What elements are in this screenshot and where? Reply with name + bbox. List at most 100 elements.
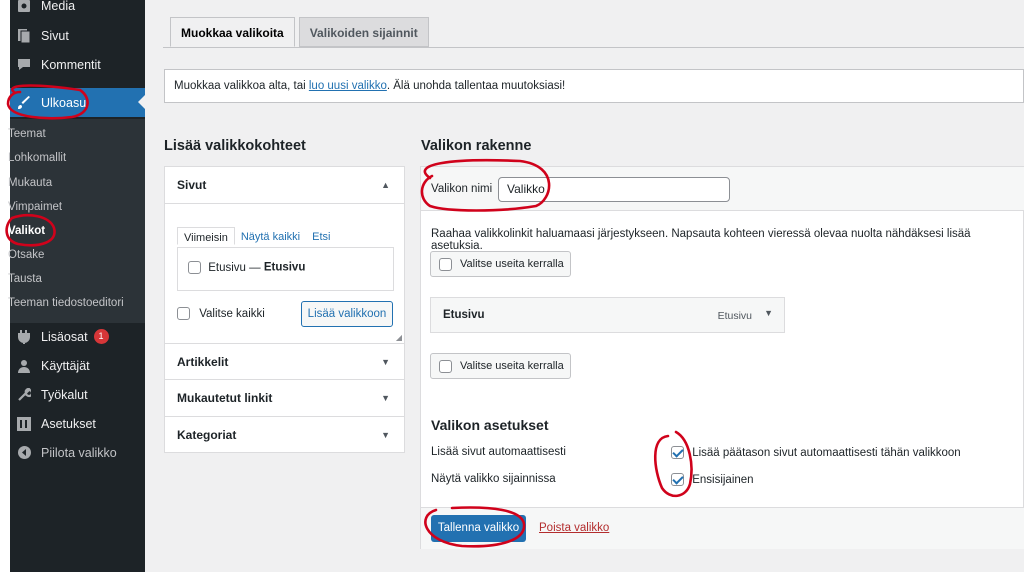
sidebar-item-users[interactable]: Käyttäjät — [10, 351, 145, 380]
add-menu-items-heading: Lisää valikkokohteet — [164, 138, 306, 154]
sidebar-item-label: Kommentit — [41, 57, 101, 72]
notice-text-after: . Älä unohda tallentaa muutoksiasi! — [386, 80, 566, 92]
add-to-menu-button[interactable]: Lisää valikkoon — [301, 301, 393, 327]
sidebar-item-label: Media — [41, 0, 76, 13]
caret-up-icon: ▲ — [381, 180, 390, 190]
bulk-select-checkbox[interactable] — [439, 257, 452, 271]
primary-location-option[interactable]: Ensisijainen — [671, 473, 754, 486]
pages-checklist: Etusivu — Etusivu — [177, 247, 394, 291]
menu-item-type: Etusivu — [717, 310, 752, 322]
media-icon — [17, 0, 31, 13]
sidebar-item-plugins[interactable]: Lisäosat 1 — [10, 322, 145, 351]
sidebar-item-appearance[interactable]: Ulkoasu — [10, 88, 145, 117]
sidebar-item-label: Ulkoasu — [41, 95, 87, 110]
tab-search[interactable]: Etsi — [306, 227, 336, 245]
accordion-section-custom-links[interactable]: Mukautetut linkit ▼ — [165, 380, 404, 417]
resize-grip-icon[interactable]: ◢ — [396, 333, 402, 342]
caret-down-icon: ▼ — [381, 357, 390, 367]
menu-name-input[interactable]: Valikko — [498, 177, 730, 202]
sidebar-item-tools[interactable]: Työkalut — [10, 380, 145, 409]
plugins-icon — [17, 329, 31, 344]
primary-location-label: Ensisijainen — [692, 473, 754, 486]
tab-divider — [163, 47, 1024, 48]
auto-add-option-label: Lisää päätason sivut automaattisesti täh… — [692, 446, 961, 459]
comments-icon — [17, 58, 31, 72]
auto-add-option[interactable]: Lisää päätason sivut automaattisesti täh… — [671, 446, 961, 459]
menu-item-etusivu[interactable]: Etusivu Etusivu ▼ — [430, 297, 785, 333]
caret-down-icon: ▼ — [381, 393, 390, 403]
accordion-section-posts[interactable]: Artikkelit ▼ — [165, 343, 404, 380]
drag-instructions: Raahaa valikkolinkit haluamaasi järjesty… — [431, 228, 971, 252]
collapse-menu-button[interactable]: Piilota valikko — [10, 438, 145, 467]
submenu-item-widgets[interactable]: Vimpaimet — [8, 201, 62, 213]
accordion-title: Artikkelit — [177, 355, 229, 369]
bulk-select-label: Valitse useita kerralla — [460, 258, 564, 270]
page-item-label: Etusivu — — [208, 261, 264, 274]
sidebar-item-label: Työkalut — [41, 387, 88, 402]
tab-most-recent[interactable]: Viimeisin — [177, 227, 235, 245]
submenu-item-theme-file-editor[interactable]: Teeman tiedostoeditori — [8, 297, 124, 309]
accordion-title: Sivut — [177, 178, 207, 192]
page-checkbox[interactable] — [188, 261, 201, 274]
page-item-state: Etusivu — [263, 261, 306, 274]
pages-inner-tabs: Viimeisin Näytä kaikki Etsi — [177, 227, 394, 245]
save-menu-button[interactable]: Tallenna valikko — [431, 515, 526, 542]
notice-text-before: Muokkaa valikkoa alta, tai — [174, 80, 309, 92]
collapse-menu-icon — [17, 446, 31, 460]
submenu-item-background[interactable]: Tausta — [8, 273, 42, 285]
expand-item-icon[interactable]: ▼ — [764, 308, 773, 318]
tools-icon — [17, 387, 31, 402]
add-items-accordion: Sivut ▲ Viimeisin Näytä kaikki Etsi Etus… — [164, 166, 405, 453]
appearance-submenu — [10, 119, 145, 323]
tab-edit-menus[interactable]: Muokkaa valikoita — [170, 17, 295, 47]
menu-name-bar: Valikon nimi Valikko — [421, 167, 1024, 211]
submenu-item-themes[interactable]: Teemat — [8, 128, 46, 140]
plugins-update-badge: 1 — [93, 329, 109, 344]
bulk-select-button-top[interactable]: Valitse useita kerralla — [430, 251, 571, 277]
delete-menu-link[interactable]: Poista valikko — [539, 522, 609, 534]
sidebar-item-media[interactable]: Media — [10, 0, 145, 20]
accordion-section-categories[interactable]: Kategoriat ▼ — [165, 417, 404, 454]
accordion-title: Mukautetut linkit — [177, 391, 273, 405]
sidebar-item-label: Sivut — [41, 28, 69, 43]
display-location-label: Näytä valikko sijainnissa — [431, 473, 556, 485]
bulk-select-label: Valitse useita kerralla — [460, 360, 564, 372]
sidebar-item-label: Asetukset — [41, 416, 96, 431]
create-new-menu-link[interactable]: luo uusi valikko — [309, 80, 387, 92]
sidebar-item-label: Lisäosat — [41, 329, 88, 344]
submenu-item-menus[interactable]: Valikot — [8, 225, 45, 237]
users-icon — [17, 359, 31, 373]
pages-icon — [17, 28, 31, 43]
menu-settings-heading: Valikon asetukset — [431, 417, 549, 433]
sidebar-item-comments[interactable]: Kommentit — [10, 50, 145, 79]
tab-menu-locations[interactable]: Valikoiden sijainnit — [298, 17, 429, 47]
sidebar-item-label: Käyttäjät — [41, 358, 90, 373]
submenu-item-customize[interactable]: Mukauta — [8, 177, 52, 189]
accordion-title: Kategoriat — [177, 428, 237, 442]
select-all-checkbox[interactable] — [177, 307, 190, 320]
sidebar-item-settings[interactable]: Asetukset — [10, 409, 145, 438]
auto-add-label: Lisää sivut automaattisesti — [431, 446, 566, 458]
caret-down-icon: ▼ — [381, 430, 390, 440]
left-edge-strip — [0, 0, 10, 572]
auto-add-checkbox[interactable] — [671, 446, 684, 459]
info-notice: Muokkaa valikkoa alta, tai luo uusi vali… — [164, 69, 1024, 103]
submenu-item-block-patterns[interactable]: Lohkomallit — [8, 152, 66, 164]
bulk-select-checkbox[interactable] — [439, 359, 452, 373]
menu-item-title: Etusivu — [443, 309, 485, 321]
panel-footer: Tallenna valikko Poista valikko — [421, 507, 1024, 549]
settings-icon — [17, 416, 31, 431]
bulk-select-button-bottom[interactable]: Valitse useita kerralla — [430, 353, 571, 379]
appearance-brush-icon — [17, 95, 31, 110]
sidebar-item-pages[interactable]: Sivut — [10, 21, 145, 50]
menu-management-panel: Valikon nimi Valikko Raahaa valikkolinki… — [420, 166, 1024, 549]
menu-structure-heading: Valikon rakenne — [421, 138, 532, 154]
primary-location-checkbox[interactable] — [671, 473, 684, 486]
tab-view-all[interactable]: Näytä kaikki — [235, 227, 306, 245]
select-all-control[interactable]: Valitse kaikki — [177, 307, 265, 320]
page-checklist-item[interactable]: Etusivu — Etusivu — [188, 261, 305, 274]
menu-name-label: Valikon nimi — [431, 183, 493, 195]
accordion-section-pages[interactable]: Sivut ▲ — [165, 167, 404, 204]
select-all-label: Valitse kaikki — [199, 307, 265, 320]
submenu-item-header[interactable]: Otsake — [8, 249, 44, 261]
